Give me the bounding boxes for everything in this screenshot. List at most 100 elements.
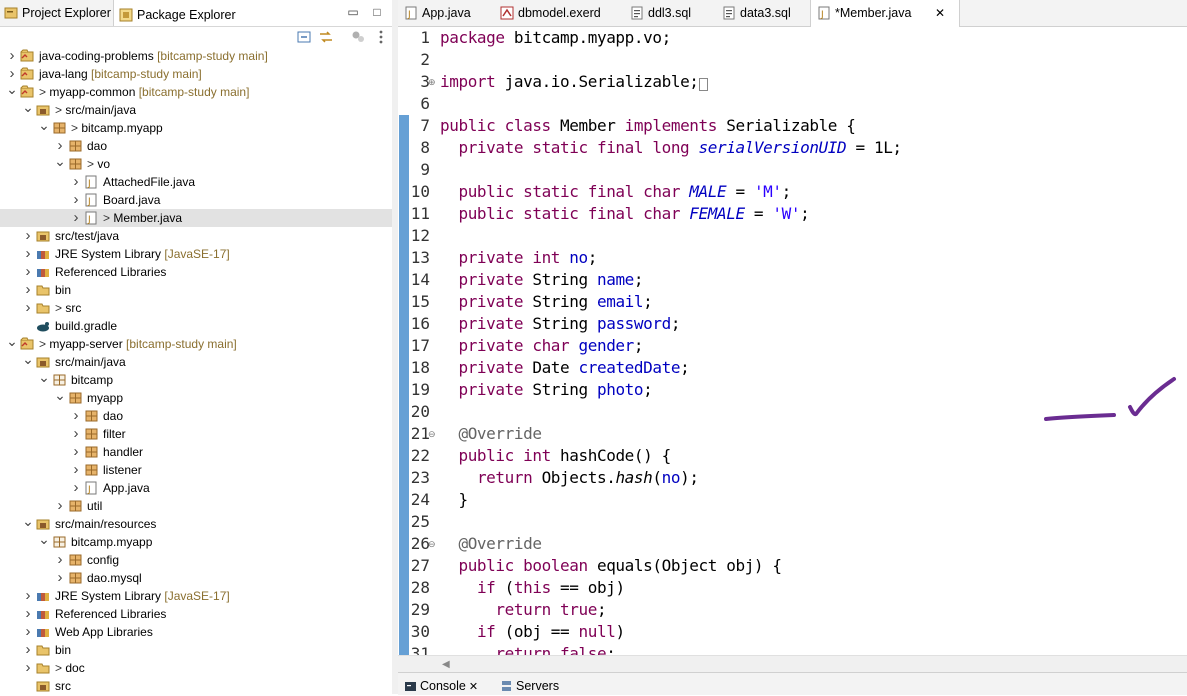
editor-tab[interactable]: ddl3.sql bbox=[624, 0, 714, 26]
chevron-right-icon[interactable]: › bbox=[70, 461, 82, 479]
chevron-right-icon[interactable]: › bbox=[54, 569, 66, 587]
tree-item[interactable]: › listener bbox=[0, 461, 392, 479]
chevron-down-icon[interactable]: ⌄ bbox=[22, 100, 34, 119]
chevron-down-icon[interactable]: ⌄ bbox=[22, 352, 34, 371]
tab-console[interactable]: Console ✕ bbox=[402, 677, 478, 695]
chevron-down-icon[interactable]: ⌄ bbox=[6, 82, 18, 101]
tree-item[interactable]: ⌄ > myapp-common [bitcamp-study main] bbox=[0, 82, 392, 101]
tree-item[interactable]: › Referenced Libraries bbox=[0, 263, 392, 281]
maximize-view-button[interactable]: □ bbox=[370, 5, 384, 19]
tree-item[interactable]: › JRE System Library [JavaSE-17] bbox=[0, 245, 392, 263]
filters-icon[interactable] bbox=[350, 29, 366, 45]
tree-item[interactable]: › handler bbox=[0, 443, 392, 461]
minimize-view-button[interactable]: ▭ bbox=[346, 5, 360, 19]
tree-item[interactable]: ⌄ > myapp-server [bitcamp-study main] bbox=[0, 334, 392, 353]
close-icon[interactable]: ✕ bbox=[935, 0, 945, 26]
chevron-right-icon[interactable]: › bbox=[22, 263, 34, 281]
tree-item[interactable]: › J > Member.java bbox=[0, 209, 392, 227]
code-text: public static final char MALE = 'M'; bbox=[440, 181, 791, 203]
tree-item[interactable]: › J App.java bbox=[0, 479, 392, 497]
link-with-editor-icon[interactable] bbox=[318, 29, 334, 45]
chevron-right-icon[interactable]: › bbox=[70, 173, 82, 191]
collapse-fold-icon[interactable]: ⊖ bbox=[428, 423, 438, 445]
tree-item[interactable]: › > doc bbox=[0, 659, 392, 677]
editor-tab[interactable]: J *Member.java ✕ bbox=[810, 0, 960, 27]
code-token: Member bbox=[550, 116, 625, 135]
tree-item-label: > src bbox=[55, 299, 81, 317]
code-line: 3 ⊕ import java.io.Serializable; □ bbox=[398, 71, 1187, 93]
tree-item[interactable]: › Referenced Libraries bbox=[0, 605, 392, 623]
chevron-down-icon[interactable]: ⌄ bbox=[22, 514, 34, 533]
tree-item[interactable]: build.gradle bbox=[0, 317, 392, 335]
tree-item[interactable]: › util bbox=[0, 497, 392, 515]
chevron-down-icon[interactable]: ⌄ bbox=[54, 388, 66, 407]
tab-project-explorer[interactable]: Project Explorer bbox=[0, 0, 114, 26]
code-token: return true bbox=[495, 600, 597, 619]
chevron-right-icon[interactable]: › bbox=[70, 209, 82, 227]
chevron-right-icon[interactable]: › bbox=[22, 587, 34, 605]
collapse-all-icon[interactable] bbox=[296, 29, 312, 45]
tree-item[interactable]: › java-lang [bitcamp-study main] bbox=[0, 65, 392, 83]
chevron-right-icon[interactable]: › bbox=[70, 443, 82, 461]
collapse-fold-icon[interactable]: ⊖ bbox=[428, 533, 438, 555]
editor-tab[interactable]: data3.sql bbox=[716, 0, 808, 26]
line-number: 6 bbox=[420, 94, 430, 113]
tree-item[interactable]: ⌄ myapp bbox=[0, 388, 392, 407]
scroll-left-arrow-icon[interactable]: ◀ bbox=[442, 659, 450, 670]
chevron-down-icon[interactable]: ⌄ bbox=[38, 118, 50, 137]
chevron-right-icon[interactable]: › bbox=[70, 407, 82, 425]
chevron-right-icon[interactable]: › bbox=[22, 641, 34, 659]
tree-item[interactable]: › J Board.java bbox=[0, 191, 392, 209]
tree-item[interactable]: › src/test/java bbox=[0, 227, 392, 245]
expand-fold-icon[interactable]: ⊕ bbox=[428, 71, 438, 93]
tree-item[interactable]: › JRE System Library [JavaSE-17] bbox=[0, 587, 392, 605]
code-token: private static final long bbox=[458, 138, 690, 157]
chevron-down-icon[interactable]: ⌄ bbox=[38, 370, 50, 389]
code-line: 2 bbox=[398, 49, 1187, 71]
chevron-right-icon[interactable]: › bbox=[22, 227, 34, 245]
tree-item[interactable]: ⌄ src/main/java bbox=[0, 352, 392, 371]
tree-item[interactable]: ⌄ > src/main/java bbox=[0, 100, 392, 119]
chevron-down-icon[interactable]: ⌄ bbox=[54, 154, 66, 173]
chevron-right-icon[interactable]: › bbox=[22, 659, 34, 677]
tree-item[interactable]: src bbox=[0, 677, 392, 694]
chevron-down-icon[interactable]: ⌄ bbox=[38, 532, 50, 551]
chevron-right-icon[interactable]: › bbox=[54, 497, 66, 515]
tree-item[interactable]: › Web App Libraries bbox=[0, 623, 392, 641]
editor-tab[interactable]: J App.java bbox=[398, 0, 492, 26]
tree-item[interactable]: ⌄ > vo bbox=[0, 154, 392, 173]
chevron-right-icon[interactable]: › bbox=[22, 605, 34, 623]
tree-item[interactable]: ⌄ src/main/resources bbox=[0, 514, 392, 533]
tree-item[interactable]: › > src bbox=[0, 299, 392, 317]
editor-tab[interactable]: dbmodel.exerd bbox=[494, 0, 622, 26]
tree-item[interactable]: ⌄ > bitcamp.myapp bbox=[0, 118, 392, 137]
view-menu-icon[interactable] bbox=[373, 29, 389, 45]
tree-item[interactable]: › filter bbox=[0, 425, 392, 443]
code-text-area[interactable]: 1 package bitcamp.myapp.vo; 2 3 ⊕ import java… bbox=[398, 27, 1187, 655]
close-icon[interactable]: ✕ bbox=[466, 681, 478, 693]
chevron-right-icon[interactable]: › bbox=[22, 245, 34, 263]
tab-servers[interactable]: Servers bbox=[498, 677, 559, 695]
chevron-right-icon[interactable]: › bbox=[22, 299, 34, 317]
tree-item[interactable]: › bin bbox=[0, 641, 392, 659]
tree-item[interactable]: › config bbox=[0, 551, 392, 569]
tree-item[interactable]: ⌄ bitcamp.myapp bbox=[0, 532, 392, 551]
tree-item[interactable]: › dao bbox=[0, 407, 392, 425]
chevron-right-icon[interactable]: › bbox=[22, 623, 34, 641]
chevron-right-icon[interactable]: › bbox=[54, 551, 66, 569]
tree-item[interactable]: › java-coding-problems [bitcamp-study mai… bbox=[0, 47, 392, 65]
tab-package-explorer[interactable]: Package Explorer bbox=[115, 0, 257, 26]
chevron-right-icon[interactable]: › bbox=[70, 425, 82, 443]
code-text: public int hashCode() { bbox=[440, 445, 671, 467]
tree-item-label: Referenced Libraries bbox=[55, 263, 166, 281]
horizontal-scrollbar[interactable]: ◀ bbox=[398, 655, 1187, 673]
chevron-right-icon[interactable]: › bbox=[70, 479, 82, 497]
chevron-right-icon[interactable]: › bbox=[22, 281, 34, 299]
tree-item[interactable]: › dao.mysql bbox=[0, 569, 392, 587]
chevron-right-icon[interactable]: › bbox=[6, 47, 18, 65]
chevron-down-icon[interactable]: ⌄ bbox=[6, 334, 18, 353]
tree-item[interactable]: › J AttachedFile.java bbox=[0, 173, 392, 191]
chevron-right-icon[interactable]: › bbox=[70, 191, 82, 209]
tree-item[interactable]: › bin bbox=[0, 281, 392, 299]
code-token: public int bbox=[458, 446, 551, 465]
